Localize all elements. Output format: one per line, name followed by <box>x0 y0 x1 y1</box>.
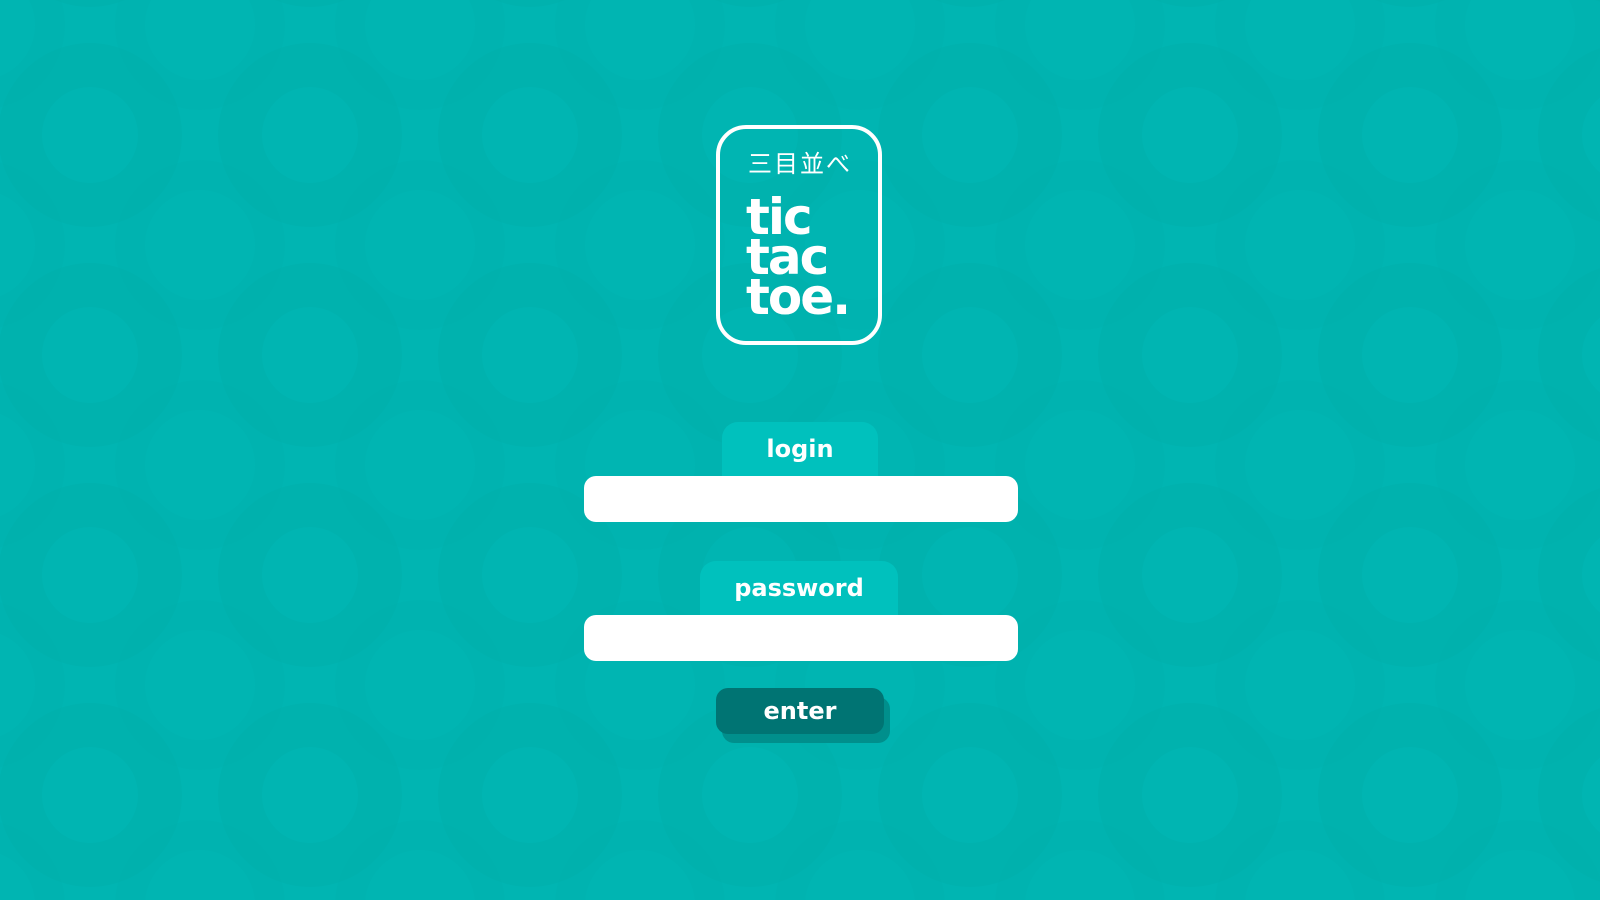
enter-button[interactable]: enter <box>716 688 884 734</box>
logo-japanese-title: 三目並べ <box>748 150 852 178</box>
login-input[interactable] <box>584 476 1018 522</box>
login-label: login <box>722 422 878 476</box>
password-input[interactable] <box>584 615 1018 661</box>
app-logo: 三目並べ tic tac toe. <box>716 125 882 345</box>
password-label: password <box>700 561 898 615</box>
logo-word-toe: toe. <box>746 268 851 326</box>
